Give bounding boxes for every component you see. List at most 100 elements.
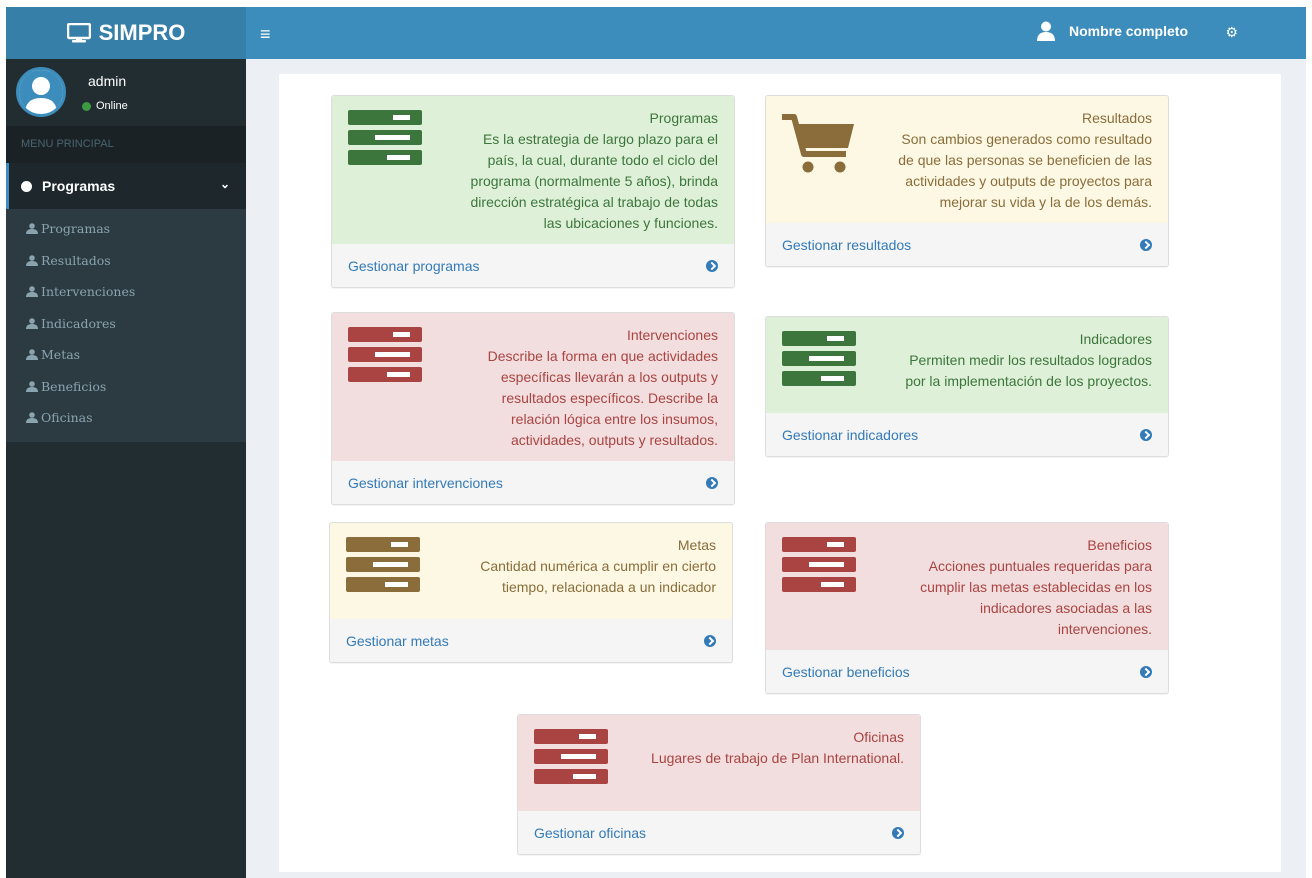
gestionar-indicadores-link[interactable]: Gestionar indicadores — [766, 413, 1168, 456]
sidebar-item-indicadores[interactable]: Indicadores — [6, 308, 246, 340]
card-description-line: resultados específicos. Describe la — [501, 390, 718, 406]
gestionar-beneficios-link[interactable]: Gestionar beneficios — [766, 650, 1168, 693]
card-programas: Programas Es la estrategia de largo plaz… — [331, 95, 735, 288]
status-text: Online — [96, 100, 128, 112]
card-title: Metas — [677, 537, 716, 553]
card-description-line: intervenciones. — [1057, 621, 1152, 637]
sidebar-item-oficinas[interactable]: Oficinas — [6, 402, 246, 434]
card-description-line: Son cambios generados como resultado — [901, 131, 1152, 147]
arrow-circle-right-icon — [1140, 665, 1152, 678]
card-description-line: Describe la forma en que actividades — [487, 348, 718, 364]
card-indicadores: Indicadores Permiten medir los resultado… — [765, 316, 1169, 457]
status-badge: Online — [82, 100, 128, 112]
sidebar: admin Online MENU PRINCIPAL Programas ⌄ … — [6, 59, 246, 878]
menu-header: MENU PRINCIPAL — [6, 126, 246, 163]
user-panel: admin Online — [6, 59, 246, 126]
main-content: Programas Es la estrategia de largo plaz… — [279, 74, 1281, 872]
card-description-line: Cantidad numérica a cumplir en cierto — [480, 558, 716, 574]
app-window: SIMPRO ≡ Nombre completo ⚙ admin Online … — [6, 7, 1306, 878]
card-description-line: tiempo, relacionada a un indicador — [501, 579, 716, 595]
user-menu[interactable]: Nombre completo — [1036, 21, 1188, 41]
arrow-circle-right-icon — [1140, 238, 1152, 251]
card-description-line: de que las personas se beneficien de las — [898, 152, 1152, 168]
user-icon — [1036, 21, 1055, 41]
sidebar-item-intervenciones[interactable]: Intervenciones — [6, 276, 246, 308]
card-beneficios: Beneficios Acciones puntuales requeridas… — [765, 522, 1169, 694]
arrow-circle-right-icon — [706, 259, 718, 272]
card-description-line: dirección estratégica al trabajo de toda… — [470, 194, 718, 210]
card-oficinas: Oficinas Lugares de trabajo de Plan Inte… — [517, 714, 921, 855]
server-icon — [346, 537, 420, 597]
sidebar-item-label: Resultados — [41, 252, 111, 268]
server-icon — [348, 110, 422, 170]
card-title: Indicadores — [1079, 331, 1152, 347]
monitor-icon — [66, 23, 91, 43]
submenu: Programas Resultados Intervenciones Indi… — [6, 209, 246, 442]
card-description-line: programa (normalmente 5 años), brinda — [470, 173, 718, 189]
user-icon — [26, 349, 38, 361]
brand-logo[interactable]: SIMPRO — [6, 7, 246, 59]
arrow-circle-right-icon — [892, 826, 904, 839]
gestionar-programas-link[interactable]: Gestionar programas — [332, 244, 734, 287]
avatar — [16, 67, 66, 117]
card-description-line: cumplir las metas establecidas en los — [920, 579, 1152, 595]
card-description-line: actividades, outputs y resultados. — [510, 432, 718, 448]
brand-name: SIMPRO — [98, 20, 186, 45]
sidebar-item-label: Programas — [41, 221, 111, 237]
sidebar-item-label: Indicadores — [41, 315, 116, 331]
top-navbar: ≡ Nombre completo ⚙ — [246, 7, 1306, 59]
user-name: Nombre completo — [1068, 23, 1188, 39]
card-title: Resultados — [1081, 110, 1152, 126]
card-title: Oficinas — [853, 729, 904, 745]
gestionar-oficinas-link[interactable]: Gestionar oficinas — [518, 811, 920, 854]
server-icon — [534, 729, 608, 789]
card-title: Intervenciones — [626, 327, 718, 343]
sidebar-toggle-icon[interactable]: ≡ — [260, 24, 271, 45]
user-icon — [26, 380, 38, 392]
sidebar-item-resultados[interactable]: Resultados — [6, 245, 246, 277]
globe-icon — [21, 180, 32, 192]
user-icon — [26, 412, 38, 424]
card-resultados: Resultados Son cambios generados como re… — [765, 95, 1169, 267]
card-link-label: Gestionar indicadores — [782, 426, 919, 443]
server-icon — [782, 331, 856, 391]
card-link-label: Gestionar resultados — [782, 236, 912, 253]
sidebar-item-label: Beneficios — [41, 378, 107, 394]
gestionar-resultados-link[interactable]: Gestionar resultados — [766, 223, 1168, 266]
sidebar-item-beneficios[interactable]: Beneficios — [6, 371, 246, 403]
card-description-line: Es la estrategia de largo plazo para el — [482, 131, 718, 147]
user-icon — [26, 317, 38, 329]
card-description-line: relación lógica entre los insumos, — [511, 411, 718, 427]
card-description-line: actividades y outputs de proyectos para — [905, 173, 1152, 189]
online-dot-icon — [82, 101, 91, 111]
card-description-line: las ubicaciones y funciones. — [543, 215, 718, 231]
card-description-line: por la implementación de los proyectos. — [905, 373, 1152, 389]
gestionar-intervenciones-link[interactable]: Gestionar intervenciones — [332, 461, 734, 504]
card-description-line: Acciones puntuales requeridas para — [928, 558, 1152, 574]
card-link-label: Gestionar metas — [346, 632, 449, 649]
sidebar-item-metas[interactable]: Metas — [6, 339, 246, 371]
sidebar-item-programas[interactable]: Programas — [6, 213, 246, 245]
card-description-line: específicas llevarán a los outputs y — [500, 369, 718, 385]
chevron-down-icon: ⌄ — [219, 177, 230, 191]
sidebar-item-programas-group[interactable]: Programas ⌄ — [6, 163, 246, 209]
arrow-circle-right-icon — [1140, 428, 1152, 441]
sidebar-item-label: Intervenciones — [41, 284, 136, 300]
card-link-label: Gestionar programas — [348, 257, 480, 274]
card-metas: Metas Cantidad numérica a cumplir en cie… — [329, 522, 733, 663]
sidebar-group-label: Programas — [42, 178, 116, 194]
server-icon — [348, 327, 422, 387]
user-icon — [26, 286, 38, 298]
server-icon — [782, 537, 856, 597]
sidebar-item-label: Oficinas — [41, 410, 93, 426]
gears-icon[interactable]: ⚙ — [1225, 24, 1238, 41]
sidebar-item-label: Metas — [41, 347, 81, 363]
arrow-circle-right-icon — [706, 476, 718, 489]
user-icon — [26, 254, 38, 266]
card-link-label: Gestionar beneficios — [782, 663, 910, 680]
gestionar-metas-link[interactable]: Gestionar metas — [330, 619, 732, 662]
sidebar-user-name: admin — [88, 73, 127, 89]
card-title: Programas — [649, 110, 718, 126]
card-link-label: Gestionar oficinas — [534, 824, 647, 841]
card-title: Beneficios — [1087, 537, 1152, 553]
